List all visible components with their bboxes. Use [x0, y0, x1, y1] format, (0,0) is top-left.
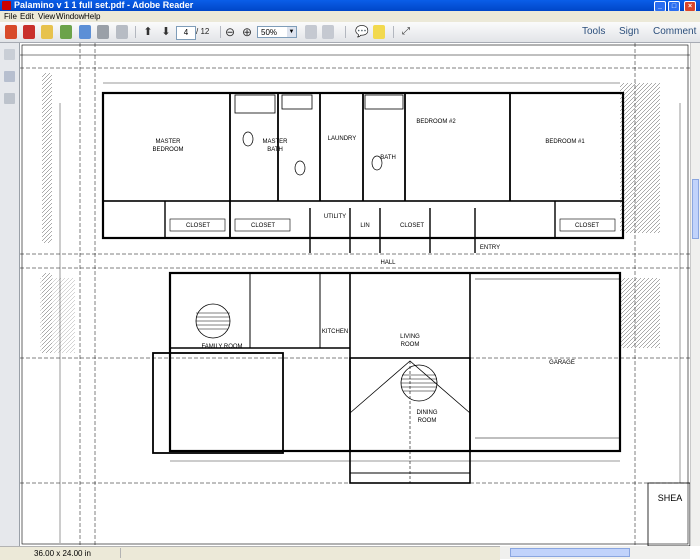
room-label: MASTER: [262, 139, 288, 145]
separator: [220, 26, 221, 38]
room-label: LIVING: [400, 334, 420, 340]
room-label: BEDROOM #2: [416, 119, 456, 125]
expand-icon[interactable]: ⤢: [400, 25, 412, 39]
separator: [345, 26, 346, 38]
menu-window[interactable]: Window: [56, 11, 84, 22]
save-icon[interactable]: [79, 25, 91, 39]
bookmarks-icon[interactable]: [4, 71, 15, 82]
room-label: MASTER: [155, 139, 181, 145]
scroll-thumb[interactable]: [510, 548, 630, 557]
room-label: FAMILY ROOM: [201, 344, 242, 350]
menu-edit[interactable]: Edit: [20, 11, 34, 22]
separator: [393, 26, 394, 38]
tools-button[interactable]: Tools: [582, 25, 605, 39]
vertical-scrollbar[interactable]: [690, 43, 700, 546]
room-label: UTILITY: [324, 214, 346, 220]
zoom-out-icon[interactable]: ⊖: [224, 25, 236, 39]
separator: [135, 26, 136, 38]
adobe-reader-icon: [2, 1, 11, 10]
room-label: BEDROOM: [152, 147, 183, 153]
room-label: ROOM: [418, 418, 437, 424]
room-label: BATH: [380, 155, 396, 161]
title-bar: Palamino v 1 1 full set.pdf - Adobe Read…: [0, 0, 700, 12]
upload-icon[interactable]: [60, 25, 72, 39]
room-label: ROOM: [401, 342, 420, 348]
zoom-in-icon[interactable]: ⊕: [241, 25, 253, 39]
scroll-thumb[interactable]: [692, 179, 699, 239]
horizontal-scrollbar[interactable]: [500, 546, 690, 559]
pdf-tools-icon[interactable]: [23, 25, 35, 39]
room-label: CLOSET: [251, 223, 275, 229]
status-bar: 36.00 x 24.00 in: [0, 546, 500, 560]
floor-plan-drawing: MASTER BEDROOM MASTER BATH LAUNDRY BATH …: [20, 43, 690, 546]
navigation-pane: [0, 43, 20, 546]
attachments-icon[interactable]: [4, 93, 15, 104]
room-label: CLOSET: [575, 223, 599, 229]
room-label: SHEA: [658, 493, 683, 503]
previous-page-icon[interactable]: ⬆: [142, 25, 154, 39]
menu-help[interactable]: Help: [84, 11, 100, 22]
chevron-down-icon: ▼: [287, 27, 296, 37]
edit-pdf-icon[interactable]: [41, 25, 53, 39]
room-label: LAUNDRY: [328, 136, 357, 142]
zoom-select[interactable]: 50% ▼: [257, 26, 297, 38]
comment-button[interactable]: Comment: [653, 25, 696, 39]
window-title: Palamino v 1 1 full set.pdf - Adobe Read…: [14, 0, 194, 10]
menu-view[interactable]: View: [38, 11, 55, 22]
next-page-icon[interactable]: ⬇: [160, 25, 172, 39]
page-thumbnails-icon[interactable]: [4, 49, 15, 60]
room-label: CLOSET: [400, 223, 424, 229]
room-label: BATH: [267, 147, 283, 153]
page-size: 36.00 x 24.00 in: [34, 549, 91, 558]
print-icon[interactable]: [97, 25, 109, 39]
room-label: ENTRY: [480, 245, 500, 251]
menu-file[interactable]: File: [4, 11, 17, 22]
room-label: DINING: [417, 410, 438, 416]
page-total: / 12: [196, 27, 210, 36]
sign-button[interactable]: Sign: [619, 25, 639, 39]
room-label: BEDROOM #1: [545, 139, 585, 145]
room-label: LIN: [360, 223, 369, 229]
document-view[interactable]: MASTER BEDROOM MASTER BATH LAUNDRY BATH …: [20, 43, 690, 546]
comment-icon[interactable]: 💬: [355, 25, 369, 39]
fit-page-icon[interactable]: [305, 25, 317, 39]
room-label: CLOSET: [186, 223, 210, 229]
toolbar: ⬆ ⬇ 4 / 12 ⊖ ⊕ 50% ▼ 💬 ⤢ Tools Sign Comm…: [0, 22, 700, 43]
create-pdf-icon[interactable]: [5, 25, 17, 39]
zoom-value: 50%: [261, 28, 278, 37]
fit-width-icon[interactable]: [322, 25, 334, 39]
email-icon[interactable]: [116, 25, 128, 39]
room-label: GARAGE: [549, 360, 575, 366]
room-label: KITCHEN: [322, 329, 348, 335]
page-number-input[interactable]: 4: [176, 26, 196, 40]
highlight-icon[interactable]: [373, 25, 385, 39]
room-label: HALL: [380, 260, 396, 266]
